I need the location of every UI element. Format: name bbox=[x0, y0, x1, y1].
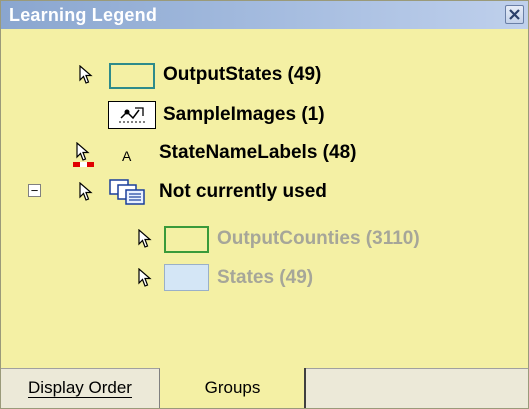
minus-icon: − bbox=[30, 183, 39, 198]
image-icon bbox=[108, 101, 156, 129]
legend-item-outputstates[interactable]: OutputStates (49) bbox=[1, 57, 528, 93]
close-x-icon bbox=[509, 9, 520, 20]
title-bar: Learning Legend bbox=[1, 1, 528, 29]
legend-group-not-currently-used[interactable]: − Not currently used bbox=[1, 173, 528, 209]
tab-label: Groups bbox=[204, 378, 261, 397]
close-button[interactable] bbox=[505, 5, 524, 24]
tab-bar-filler bbox=[306, 368, 528, 408]
collapse-toggle[interactable]: − bbox=[28, 184, 41, 197]
legend-item-label: StateNameLabels (48) bbox=[159, 142, 357, 163]
legend-tree: OutputStates (49) SampleImages (1) A Sta… bbox=[1, 29, 528, 369]
cursor-arrow-icon[interactable] bbox=[138, 268, 152, 288]
legend-item-outputcounties[interactable]: OutputCounties (3110) bbox=[1, 221, 528, 257]
legend-item-label: States (49) bbox=[217, 267, 314, 288]
cursor-arrow-red-icon[interactable] bbox=[73, 142, 95, 168]
learning-legend-panel: Learning Legend OutputStates (49) Sample… bbox=[0, 0, 529, 409]
group-layers-icon bbox=[109, 179, 145, 205]
outline-swatch bbox=[164, 226, 209, 253]
filled-swatch bbox=[164, 264, 209, 291]
group-label: Not currently used bbox=[159, 181, 327, 202]
cursor-arrow-icon[interactable] bbox=[138, 229, 152, 249]
legend-item-statenamelabels[interactable]: A StateNameLabels (48) bbox=[1, 135, 528, 171]
tab-bar: Display Order Groups bbox=[1, 368, 528, 408]
tab-label: Display Order bbox=[28, 378, 132, 398]
text-label-icon: A bbox=[122, 148, 132, 164]
outline-swatch bbox=[109, 63, 155, 89]
tab-groups[interactable]: Groups bbox=[161, 368, 306, 408]
cursor-arrow-icon[interactable] bbox=[79, 65, 93, 85]
tab-display-order[interactable]: Display Order bbox=[1, 368, 160, 408]
cursor-arrow-icon[interactable] bbox=[79, 182, 93, 202]
legend-item-label: OutputCounties (3110) bbox=[217, 228, 420, 249]
legend-item-states[interactable]: States (49) bbox=[1, 259, 528, 295]
panel-title: Learning Legend bbox=[9, 4, 158, 25]
legend-item-sampleimages[interactable]: SampleImages (1) bbox=[1, 96, 528, 132]
legend-item-label: OutputStates (49) bbox=[163, 64, 322, 85]
legend-item-label: SampleImages (1) bbox=[163, 104, 325, 125]
